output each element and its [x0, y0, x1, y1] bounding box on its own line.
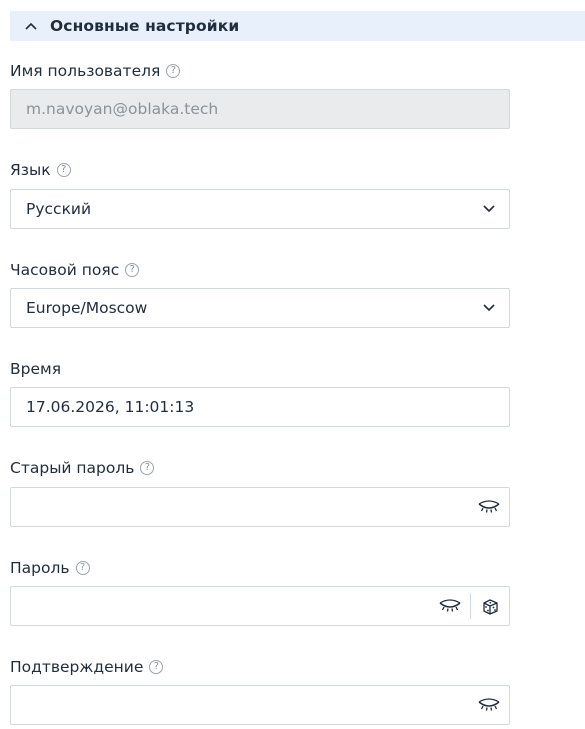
password-input[interactable] — [10, 586, 510, 626]
eye-closed-icon[interactable] — [469, 686, 509, 724]
language-select[interactable]: Русский — [10, 189, 510, 229]
eye-closed-icon[interactable] — [469, 488, 509, 526]
eye-closed-icon[interactable] — [430, 587, 470, 625]
chevron-up-icon — [23, 18, 39, 34]
time-label: Время — [10, 360, 62, 378]
help-icon[interactable]: ? — [140, 461, 155, 475]
language-label: Язык — [10, 161, 51, 179]
confirm-password-input[interactable] — [10, 685, 510, 725]
username-input: m.navoyan@oblaka.tech — [10, 89, 510, 129]
section-title: Основные настройки — [50, 17, 240, 35]
time-value: 17.06.2026, 11:01:13 — [26, 398, 195, 416]
username-value: m.navoyan@oblaka.tech — [26, 100, 219, 118]
section-header-main-settings[interactable]: Основные настройки — [10, 11, 585, 41]
language-field-group: Язык ? Русский — [10, 160, 510, 229]
old-password-label: Старый пароль — [10, 459, 135, 477]
timezone-value: Europe/Moscow — [26, 299, 148, 317]
password-label: Пароль — [10, 559, 70, 577]
old-password-input[interactable] — [10, 487, 510, 527]
help-icon[interactable]: ? — [166, 64, 181, 78]
password-field-group: Пароль ? — [10, 558, 510, 626]
confirm-password-field-group: Подтверждение ? — [10, 657, 510, 725]
dice-icon[interactable] — [471, 587, 509, 625]
timezone-select[interactable]: Europe/Moscow — [10, 288, 510, 328]
help-icon[interactable]: ? — [149, 660, 164, 674]
time-input[interactable]: 17.06.2026, 11:01:13 — [10, 387, 510, 427]
username-label: Имя пользователя — [10, 62, 161, 80]
username-field-group: Имя пользователя ? m.navoyan@oblaka.tech — [10, 61, 510, 129]
confirm-password-label: Подтверждение — [10, 658, 144, 676]
help-icon[interactable]: ? — [56, 163, 71, 177]
time-field-group: Время 17.06.2026, 11:01:13 — [10, 359, 510, 427]
help-icon[interactable]: ? — [125, 263, 140, 277]
old-password-field-group: Старый пароль ? — [10, 458, 510, 527]
timezone-label: Часовой пояс — [10, 261, 120, 279]
timezone-field-group: Часовой пояс ? Europe/Moscow — [10, 260, 510, 328]
help-icon[interactable]: ? — [75, 561, 90, 575]
chevron-down-icon — [469, 190, 509, 228]
chevron-down-icon — [469, 289, 509, 327]
language-value: Русский — [26, 200, 92, 218]
